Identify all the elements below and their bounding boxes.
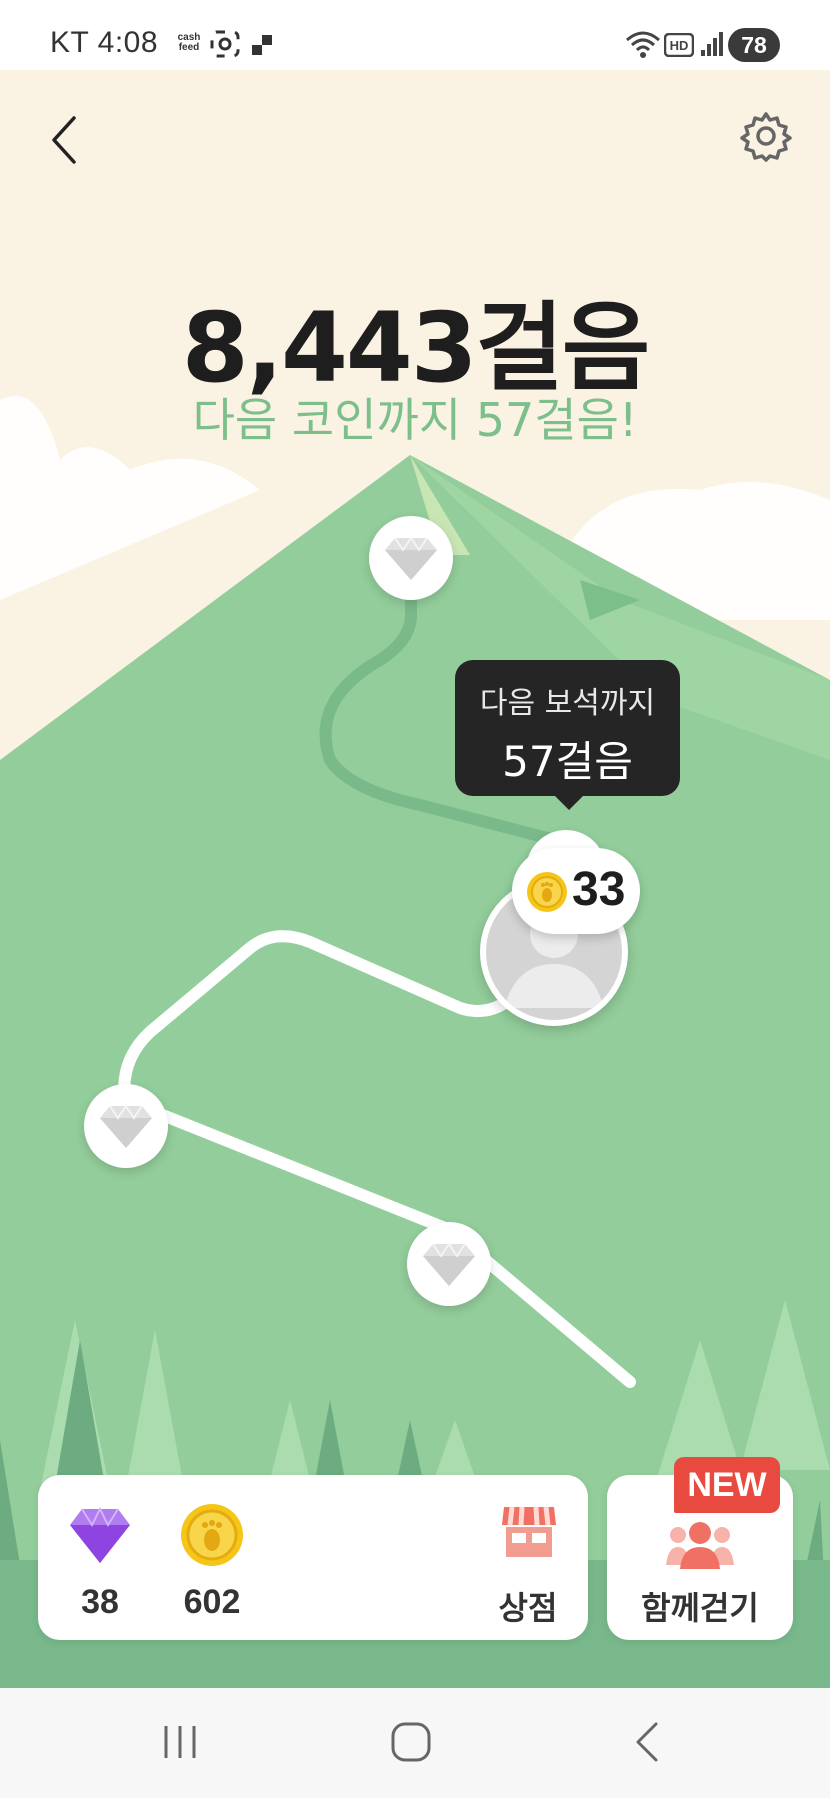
shop-label: 상점 bbox=[498, 1589, 558, 1627]
shop-button[interactable]: 상점 bbox=[478, 1495, 578, 1635]
coin-icon bbox=[181, 1504, 243, 1566]
coin-collect-bubble[interactable]: 33 bbox=[512, 848, 640, 934]
chevron-left-icon bbox=[52, 116, 76, 164]
gem-node-left[interactable] bbox=[84, 1084, 168, 1168]
gear-icon bbox=[740, 112, 792, 162]
app-icon bbox=[252, 35, 272, 55]
battery-icon: 78 bbox=[728, 28, 780, 62]
screenshot-icon bbox=[210, 30, 240, 58]
back-button[interactable] bbox=[44, 112, 84, 168]
cashfeed-icon: cash feed bbox=[177, 32, 201, 53]
wifi-icon bbox=[626, 31, 660, 58]
settings-button[interactable] bbox=[740, 110, 792, 162]
tooltip-steps: 57걸음 bbox=[502, 737, 633, 786]
gem-node-top[interactable] bbox=[369, 516, 453, 600]
recent-apps-button[interactable] bbox=[150, 1718, 210, 1768]
hd-icon: HD bbox=[664, 33, 694, 57]
gem-node-bottom[interactable] bbox=[407, 1222, 491, 1306]
home-icon bbox=[391, 1722, 431, 1762]
next-coin-message: 다음 코인까지 57걸음! bbox=[192, 393, 638, 447]
new-badge: NEW bbox=[674, 1457, 780, 1513]
status-time: KT 4:08 bbox=[50, 26, 159, 59]
next-gem-tooltip: 다음 보석까지 57걸음 bbox=[455, 660, 680, 810]
diamond-icon bbox=[423, 1242, 475, 1286]
coin-bubble-count: 33 bbox=[572, 863, 626, 916]
tooltip-label: 다음 보석까지 bbox=[479, 686, 656, 721]
gem-count: 38 bbox=[81, 1583, 119, 1621]
diamond-icon bbox=[385, 536, 437, 580]
store-icon bbox=[502, 1506, 556, 1557]
signal-icon bbox=[701, 32, 723, 56]
coin-count: 602 bbox=[183, 1583, 241, 1621]
diamond-icon bbox=[100, 1104, 152, 1148]
group-people-icon bbox=[666, 1522, 734, 1569]
gem-purple-icon bbox=[70, 1506, 130, 1563]
wallet-card: 38 602 상점 bbox=[38, 1475, 588, 1640]
svg-text:HD: HD bbox=[670, 38, 689, 53]
home-button[interactable] bbox=[382, 1718, 442, 1768]
system-nav-bar bbox=[0, 1688, 830, 1798]
status-bar: KT 4:08 cash feed HD 78 bbox=[0, 0, 830, 70]
coin-icon bbox=[527, 872, 567, 912]
chevron-left-icon bbox=[636, 1722, 658, 1762]
nav-back-button[interactable] bbox=[618, 1718, 678, 1768]
recent-apps-icon bbox=[164, 1726, 196, 1758]
walk-together-label: 함께걷기 bbox=[641, 1589, 759, 1627]
